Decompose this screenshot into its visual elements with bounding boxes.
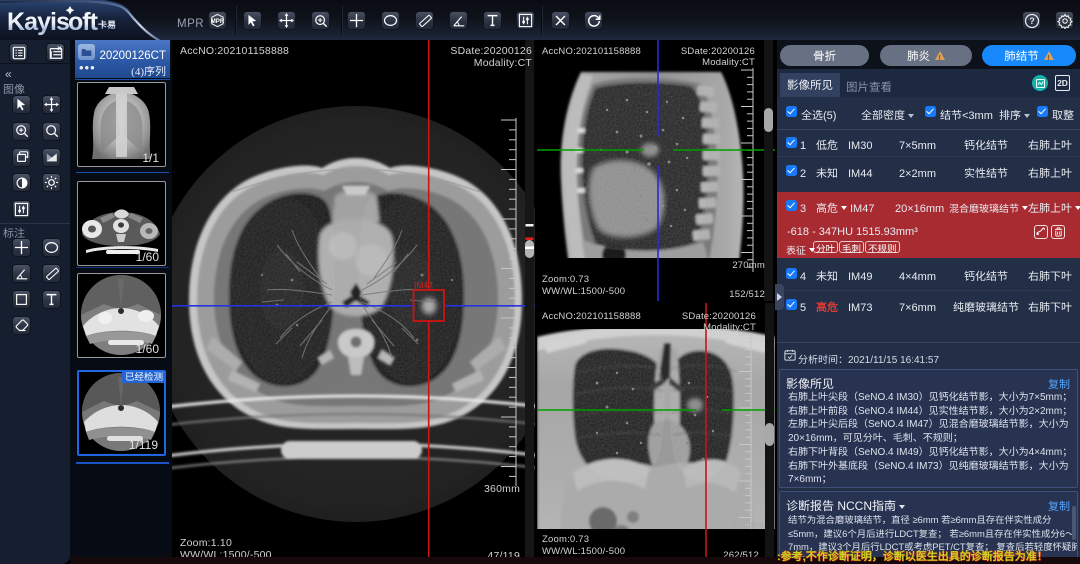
svg-text:MPR: MPR bbox=[211, 18, 225, 25]
svg-text:1/119: 1/119 bbox=[129, 438, 158, 452]
svg-text:卡易: 卡易 bbox=[98, 18, 116, 31]
svg-text:1/1: 1/1 bbox=[142, 151, 159, 165]
svg-text:1/60: 1/60 bbox=[136, 250, 160, 264]
svg-text:IM47: IM47 bbox=[414, 280, 433, 290]
svg-text:?: ? bbox=[1029, 16, 1035, 26]
svg-text:1/60: 1/60 bbox=[136, 342, 160, 356]
svg-text:Kayisoft: Kayisoft bbox=[7, 8, 99, 36]
